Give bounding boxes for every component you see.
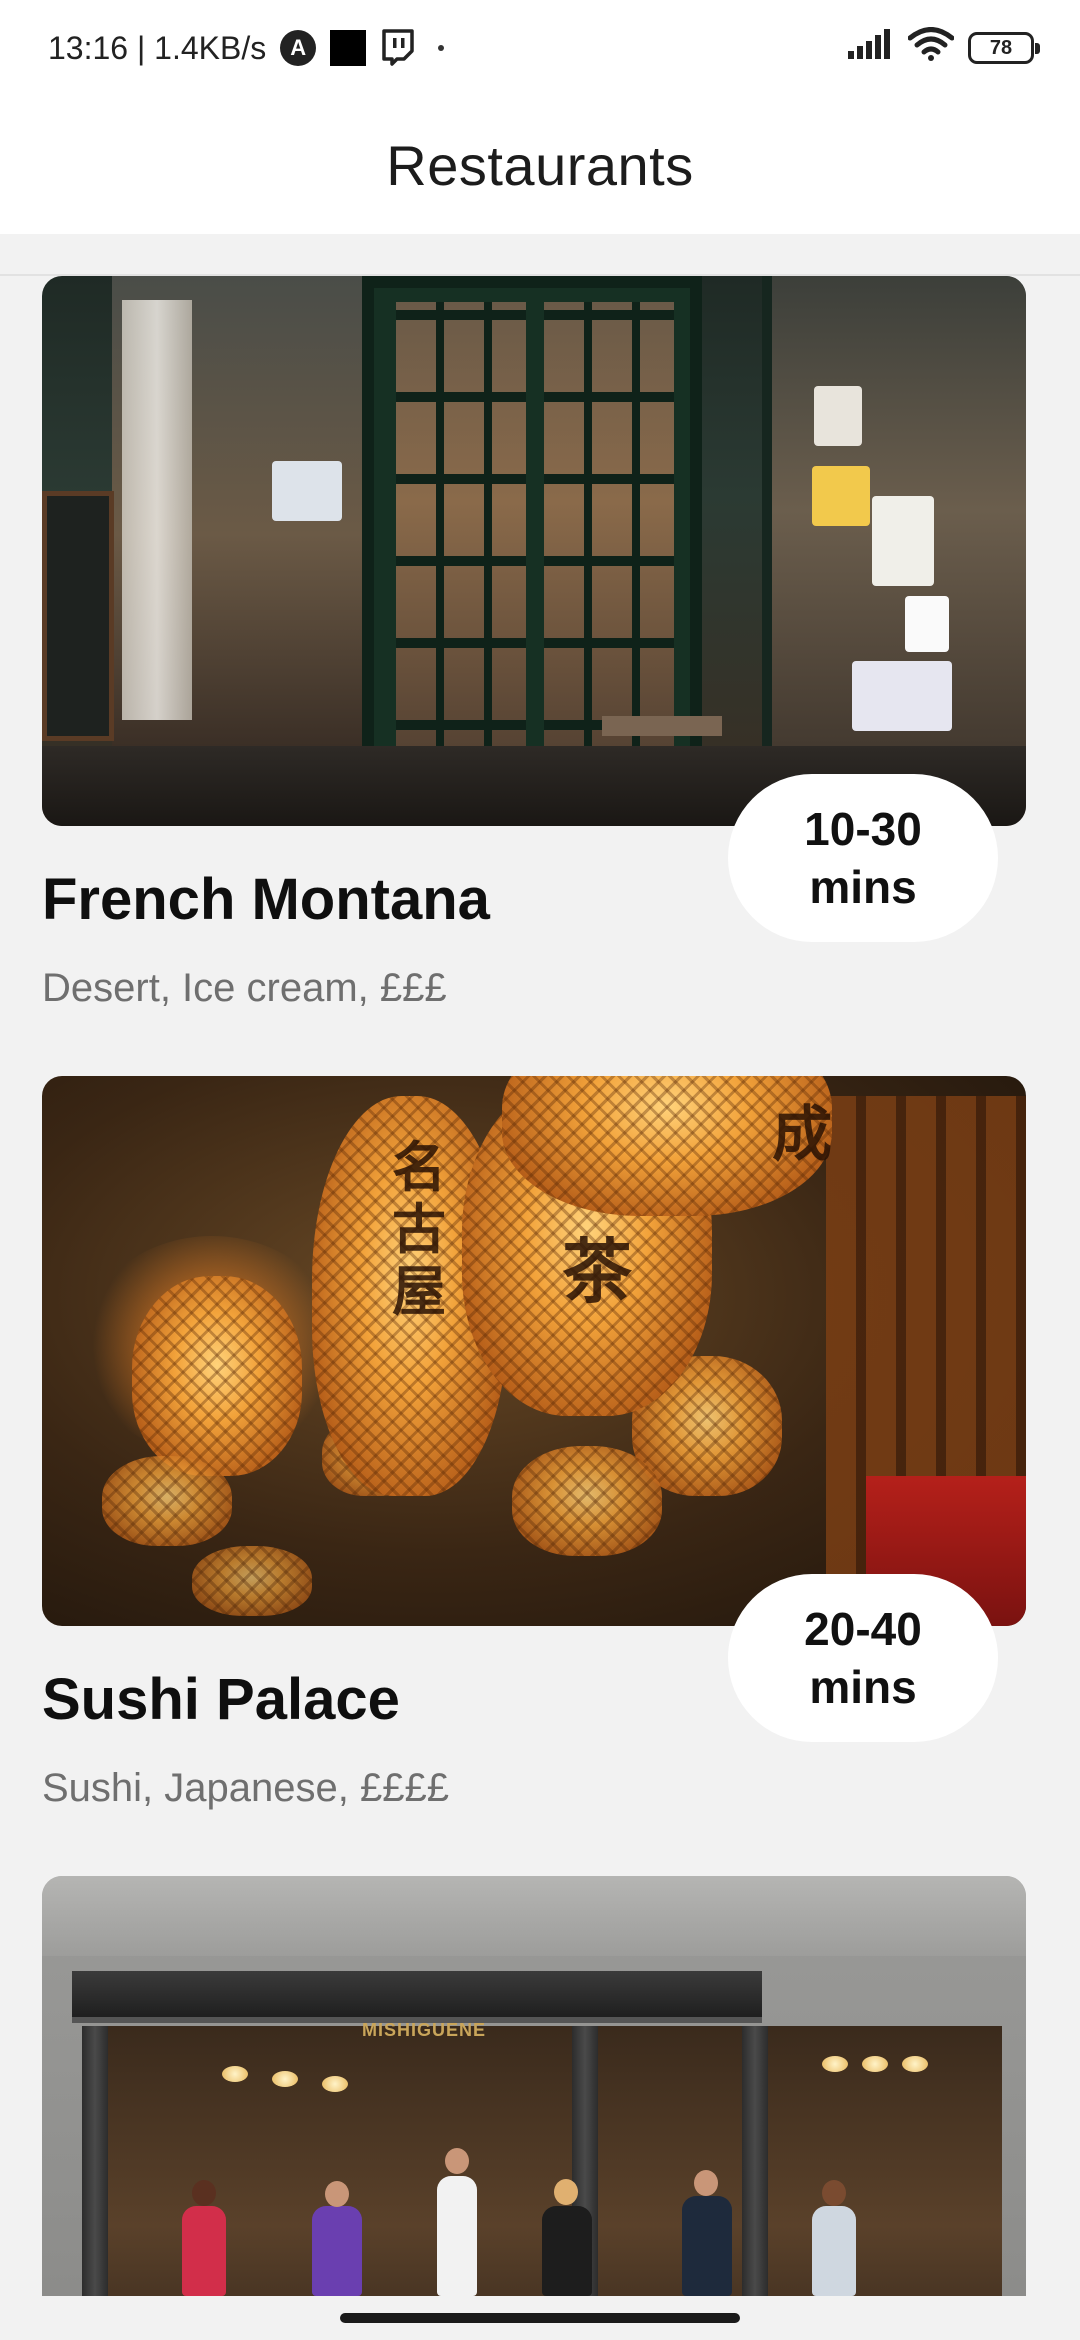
storefront-image: MISHIGUENE [42, 1876, 1026, 2296]
home-gesture-bar[interactable] [340, 2313, 740, 2323]
battery-level: 78 [989, 36, 1013, 59]
wifi-icon [907, 27, 955, 69]
delivery-time-range: 10-30 [804, 803, 922, 855]
restaurant-tags: Desert, Ice cream, £££ [42, 966, 447, 1010]
restaurant-tags: Sushi, Japanese, ££££ [42, 1766, 449, 1810]
restaurant-name: Sushi Palace [42, 1667, 400, 1732]
restaurant-name: French Montana [42, 867, 490, 932]
delivery-time-badge: 10-30 mins [728, 774, 998, 942]
status-time-speed: 13:16 | 1.4KB/s [48, 29, 267, 66]
restaurant-image: 名古屋 茶 成 [42, 1076, 1026, 1626]
app-bar: Restaurants [0, 96, 1080, 234]
dot-icon [438, 45, 445, 51]
delivery-time-badge: 20-40 mins [728, 1574, 998, 1742]
battery-icon: 78 [968, 32, 1040, 64]
delivery-time-unit: mins [809, 861, 917, 913]
twitch-icon [380, 29, 416, 67]
delivery-time-range: 20-40 [804, 1603, 922, 1655]
restaurant-image: MISHIGUENE [42, 1876, 1026, 2296]
black-square-icon [330, 30, 367, 66]
delivery-time-unit: mins [809, 1661, 917, 1713]
storefront-sign: MISHIGUENE [362, 2020, 487, 2040]
lanterns-image: 名古屋 茶 成 [42, 1076, 1026, 1626]
cafe-storefront-image [42, 276, 1026, 826]
signal-icon [848, 29, 894, 67]
a-circle-icon: A [280, 30, 317, 66]
status-right: 78 [834, 27, 1040, 69]
status-left: 13:16 | 1.4KB/s A [48, 29, 458, 67]
status-bar: 13:16 | 1.4KB/s A 78 [0, 0, 1080, 96]
page-title: Restaurants [386, 133, 694, 197]
restaurant-image [42, 276, 1026, 826]
